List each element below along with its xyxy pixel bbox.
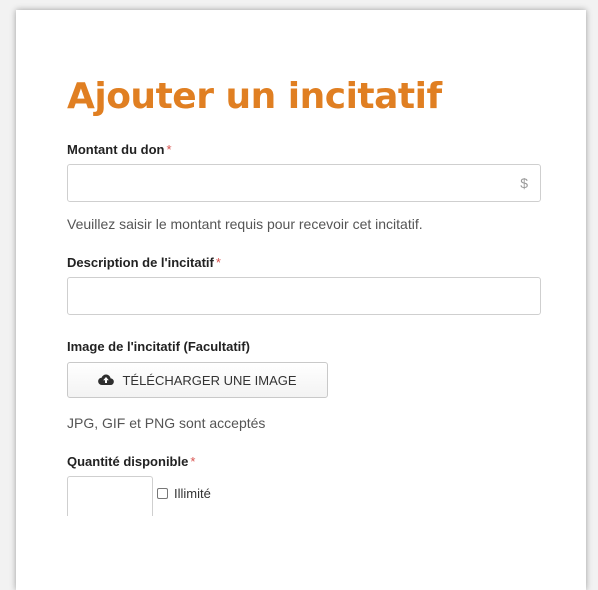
currency-addon: $ bbox=[520, 175, 528, 191]
image-help-text: JPG, GIF et PNG sont acceptés bbox=[67, 415, 266, 431]
amount-label-text: Montant du don bbox=[67, 142, 165, 157]
required-marker: * bbox=[190, 454, 196, 469]
required-marker: * bbox=[166, 142, 172, 157]
description-label: Description de l'incitatif * bbox=[67, 255, 221, 270]
description-field[interactable] bbox=[67, 277, 541, 315]
image-label: Image de l'incitatif (Facultatif) bbox=[67, 339, 250, 354]
page-title: Ajouter un incitatif bbox=[67, 76, 442, 117]
description-label-text: Description de l'incitatif bbox=[67, 255, 214, 270]
quantity-input[interactable] bbox=[68, 477, 152, 516]
unlimited-label: Illimité bbox=[174, 486, 211, 501]
quantity-label-text: Quantité disponible bbox=[67, 454, 189, 469]
description-input[interactable] bbox=[68, 278, 540, 314]
upload-image-button[interactable]: TÉLÉCHARGER UNE IMAGE bbox=[67, 362, 328, 398]
upload-button-label: TÉLÉCHARGER UNE IMAGE bbox=[122, 372, 297, 388]
unlimited-option[interactable]: Illimité bbox=[157, 486, 211, 501]
incentive-form-card: Ajouter un incitatif Montant du don * $ V… bbox=[16, 10, 586, 590]
amount-input[interactable] bbox=[68, 165, 540, 201]
amount-help-text: Veuillez saisir le montant requis pour r… bbox=[67, 216, 423, 232]
quantity-label: Quantité disponible * bbox=[67, 454, 195, 469]
required-marker: * bbox=[215, 255, 221, 270]
quantity-field[interactable] bbox=[67, 476, 153, 516]
unlimited-checkbox[interactable] bbox=[157, 488, 168, 499]
amount-field[interactable]: $ bbox=[67, 164, 541, 202]
amount-label: Montant du don * bbox=[67, 142, 172, 157]
cloud-upload-icon bbox=[98, 372, 115, 389]
